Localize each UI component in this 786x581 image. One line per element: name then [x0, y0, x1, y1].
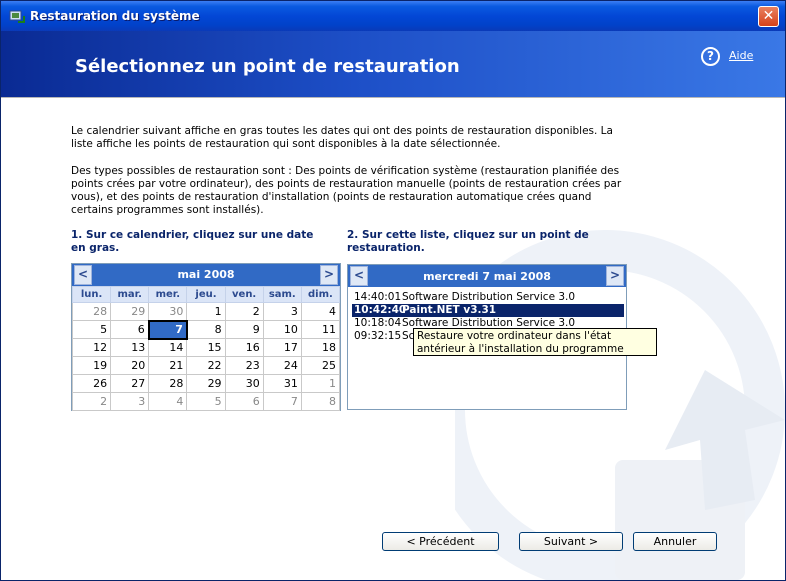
- calendar-day[interactable]: 30: [148, 302, 188, 321]
- calendar-day[interactable]: 14: [148, 338, 188, 357]
- restore-point-time: 10:18:04: [354, 317, 402, 329]
- restore-list-header: < mercredi 7 mai 2008 >: [348, 265, 626, 287]
- calendar-day[interactable]: 2: [224, 302, 264, 321]
- calendar-day-selected[interactable]: 7: [147, 319, 188, 340]
- calendar-header: < mai 2008 >: [72, 264, 340, 286]
- calendar-day[interactable]: 20: [110, 356, 150, 375]
- previous-button[interactable]: < Précédent: [382, 532, 499, 551]
- restore-list-date: mercredi 7 mai 2008: [423, 270, 551, 283]
- intro-paragraph-2: Des types possibles de restauration sont…: [71, 165, 622, 216]
- weekday-header: sam.: [262, 286, 302, 303]
- weekday-header: ven.: [224, 286, 264, 303]
- restore-list-prev-day-button[interactable]: <: [350, 266, 368, 286]
- calendar-day[interactable]: 4: [300, 302, 341, 321]
- calendar-day[interactable]: 5: [186, 392, 226, 411]
- help-link[interactable]: Aide: [729, 49, 753, 62]
- calendar-day[interactable]: 1: [186, 302, 226, 321]
- calendar-day[interactable]: 15: [186, 338, 226, 357]
- close-button[interactable]: ✕: [758, 6, 779, 27]
- calendar-day[interactable]: 11: [300, 320, 341, 339]
- calendar-week: 12 13 14 15 16 17 18: [71, 338, 341, 357]
- calendar-day[interactable]: 26: [71, 374, 112, 393]
- step2-label: 2. Sur cette liste, cliquez sur un point…: [347, 229, 589, 254]
- calendar-day[interactable]: 7: [262, 392, 302, 411]
- page-title: Sélectionnez un point de restauration: [75, 56, 460, 77]
- restore-point-time: 10:42:40: [354, 304, 407, 316]
- restore-list-next-day-button[interactable]: >: [606, 266, 624, 286]
- calendar-day[interactable]: 22: [186, 356, 226, 375]
- restore-point-description: Software Distribution Service 3.0: [402, 291, 576, 303]
- calendar-day[interactable]: 31: [262, 374, 302, 393]
- calendar-day[interactable]: 9: [224, 320, 264, 339]
- calendar-day[interactable]: 30: [224, 374, 264, 393]
- help-icon[interactable]: ?: [701, 47, 720, 66]
- calendar-day[interactable]: 2: [71, 392, 112, 411]
- weekday-header: jeu.: [186, 286, 226, 303]
- restore-point-tooltip: Restaure votre ordinateur dans l'état an…: [413, 328, 657, 356]
- header-banner: Sélectionnez un point de restauration ? …: [1, 31, 785, 97]
- weekday-header: dim.: [300, 286, 341, 303]
- calendar-day[interactable]: 12: [71, 338, 112, 357]
- weekday-header: lun.: [71, 286, 112, 303]
- calendar-prev-month-button[interactable]: <: [74, 265, 92, 285]
- calendar-day[interactable]: 21: [148, 356, 188, 375]
- calendar-day[interactable]: 6: [224, 392, 264, 411]
- calendar-day[interactable]: 23: [224, 356, 264, 375]
- weekday-header: mer.: [148, 286, 188, 303]
- cancel-button[interactable]: Annuler: [633, 532, 717, 551]
- calendar-week: 19 20 21 22 23 24 25: [71, 356, 341, 375]
- restore-point-time: 14:40:01: [354, 291, 402, 303]
- restore-point-item-selected[interactable]: 10:42:40Paint.NET v3.31: [352, 304, 624, 317]
- calendar-day[interactable]: 13: [110, 338, 150, 357]
- calendar-week: 2 3 4 5 6 7 8: [71, 392, 341, 411]
- calendar-day[interactable]: 5: [71, 320, 112, 339]
- next-button[interactable]: Suivant >: [519, 532, 623, 551]
- calendar: < mai 2008 > lun. mar. mer. jeu. ven. sa…: [71, 263, 341, 411]
- restore-point-time: 09:32:15: [354, 330, 402, 342]
- calendar-day[interactable]: 29: [186, 374, 226, 393]
- calendar-week: 28 29 30 1 2 3 4: [71, 302, 341, 321]
- restore-point-item[interactable]: 14:40:01Software Distribution Service 3.…: [352, 291, 624, 304]
- calendar-day[interactable]: 3: [110, 392, 150, 411]
- calendar-week: 5 6 7 8 9 10 11: [71, 319, 341, 340]
- system-restore-icon: [9, 8, 25, 24]
- calendar-day[interactable]: 16: [224, 338, 264, 357]
- calendar-month-label: mai 2008: [177, 268, 235, 281]
- calendar-grid: lun. mar. mer. jeu. ven. sam. dim. 28 29…: [71, 286, 341, 411]
- calendar-day[interactable]: 25: [300, 356, 341, 375]
- calendar-day[interactable]: 3: [262, 302, 302, 321]
- calendar-day[interactable]: 8: [300, 392, 341, 411]
- calendar-day[interactable]: 27: [110, 374, 150, 393]
- calendar-day[interactable]: 1: [300, 374, 341, 393]
- calendar-day[interactable]: 28: [148, 374, 188, 393]
- calendar-day[interactable]: 17: [262, 338, 302, 357]
- step1-label: 1. Sur ce calendrier, cliquez sur une da…: [71, 229, 314, 254]
- title-bar[interactable]: Restauration du système ✕: [1, 1, 785, 31]
- calendar-next-month-button[interactable]: >: [320, 265, 338, 285]
- weekday-header: mar.: [110, 286, 150, 303]
- calendar-week: 26 27 28 29 30 31 1: [71, 374, 341, 393]
- banner-divider: [1, 97, 785, 98]
- system-restore-window: Restauration du système ✕ Sélectionnez u…: [0, 0, 786, 581]
- calendar-day[interactable]: 6: [110, 320, 150, 339]
- weekday-row: lun. mar. mer. jeu. ven. sam. dim.: [71, 286, 341, 303]
- calendar-day[interactable]: 10: [262, 320, 302, 339]
- calendar-day[interactable]: 28: [71, 302, 112, 321]
- window-title: Restauration du système: [30, 9, 200, 23]
- calendar-day[interactable]: 18: [300, 338, 341, 357]
- calendar-day[interactable]: 4: [148, 392, 188, 411]
- calendar-day[interactable]: 19: [71, 356, 112, 375]
- intro-paragraph-1: Le calendrier suivant affiche en gras to…: [71, 125, 613, 150]
- calendar-day[interactable]: 24: [262, 356, 302, 375]
- restore-point-description: Paint.NET v3.31: [402, 304, 497, 316]
- calendar-day[interactable]: 8: [186, 320, 226, 339]
- calendar-day[interactable]: 29: [110, 302, 150, 321]
